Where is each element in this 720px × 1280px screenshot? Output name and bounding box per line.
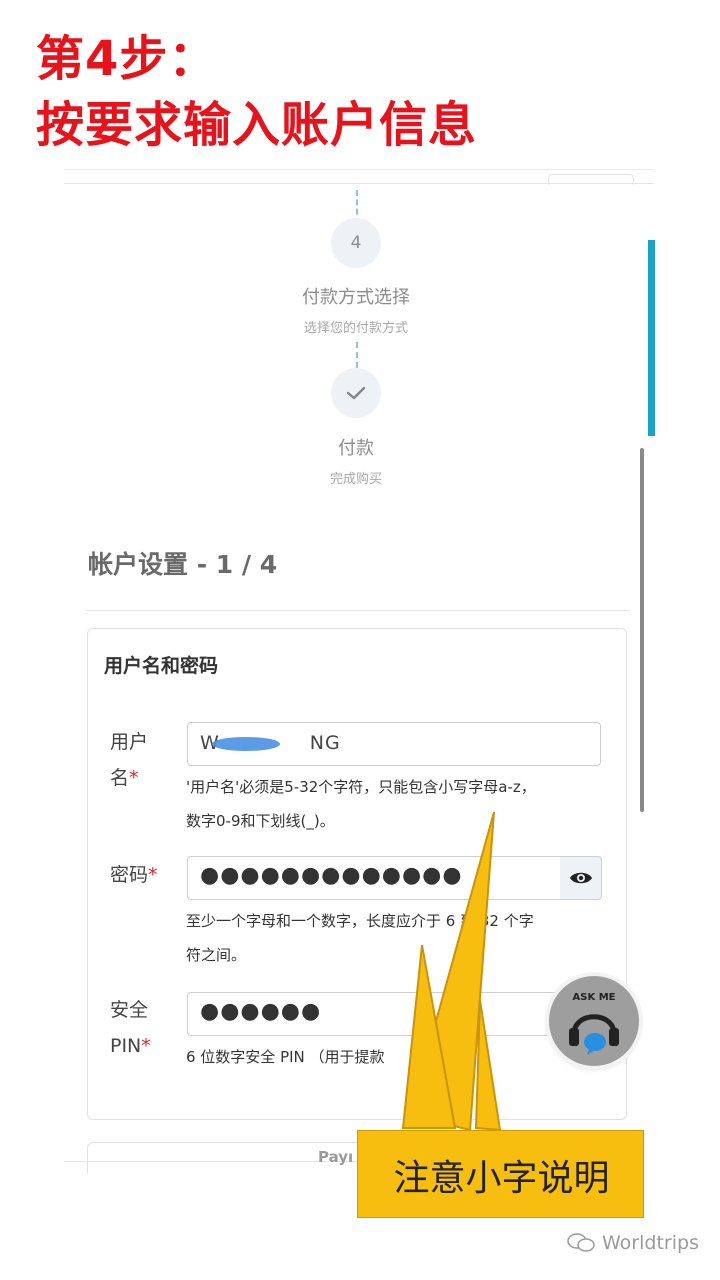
annotation-arrows [401,811,502,1132]
watermark: Worldtrips [566,1232,699,1254]
annotation-callout: 注意小字说明 [357,1130,644,1218]
callout-text: 注意小字说明 [393,1158,610,1199]
watermark-text: Worldtrips [602,1232,699,1254]
arrow-shape-3 [474,999,502,1132]
ask-me-button[interactable]: ASK ME [549,976,639,1066]
headset-icon [569,1014,619,1055]
wechat-icon [567,1233,595,1252]
